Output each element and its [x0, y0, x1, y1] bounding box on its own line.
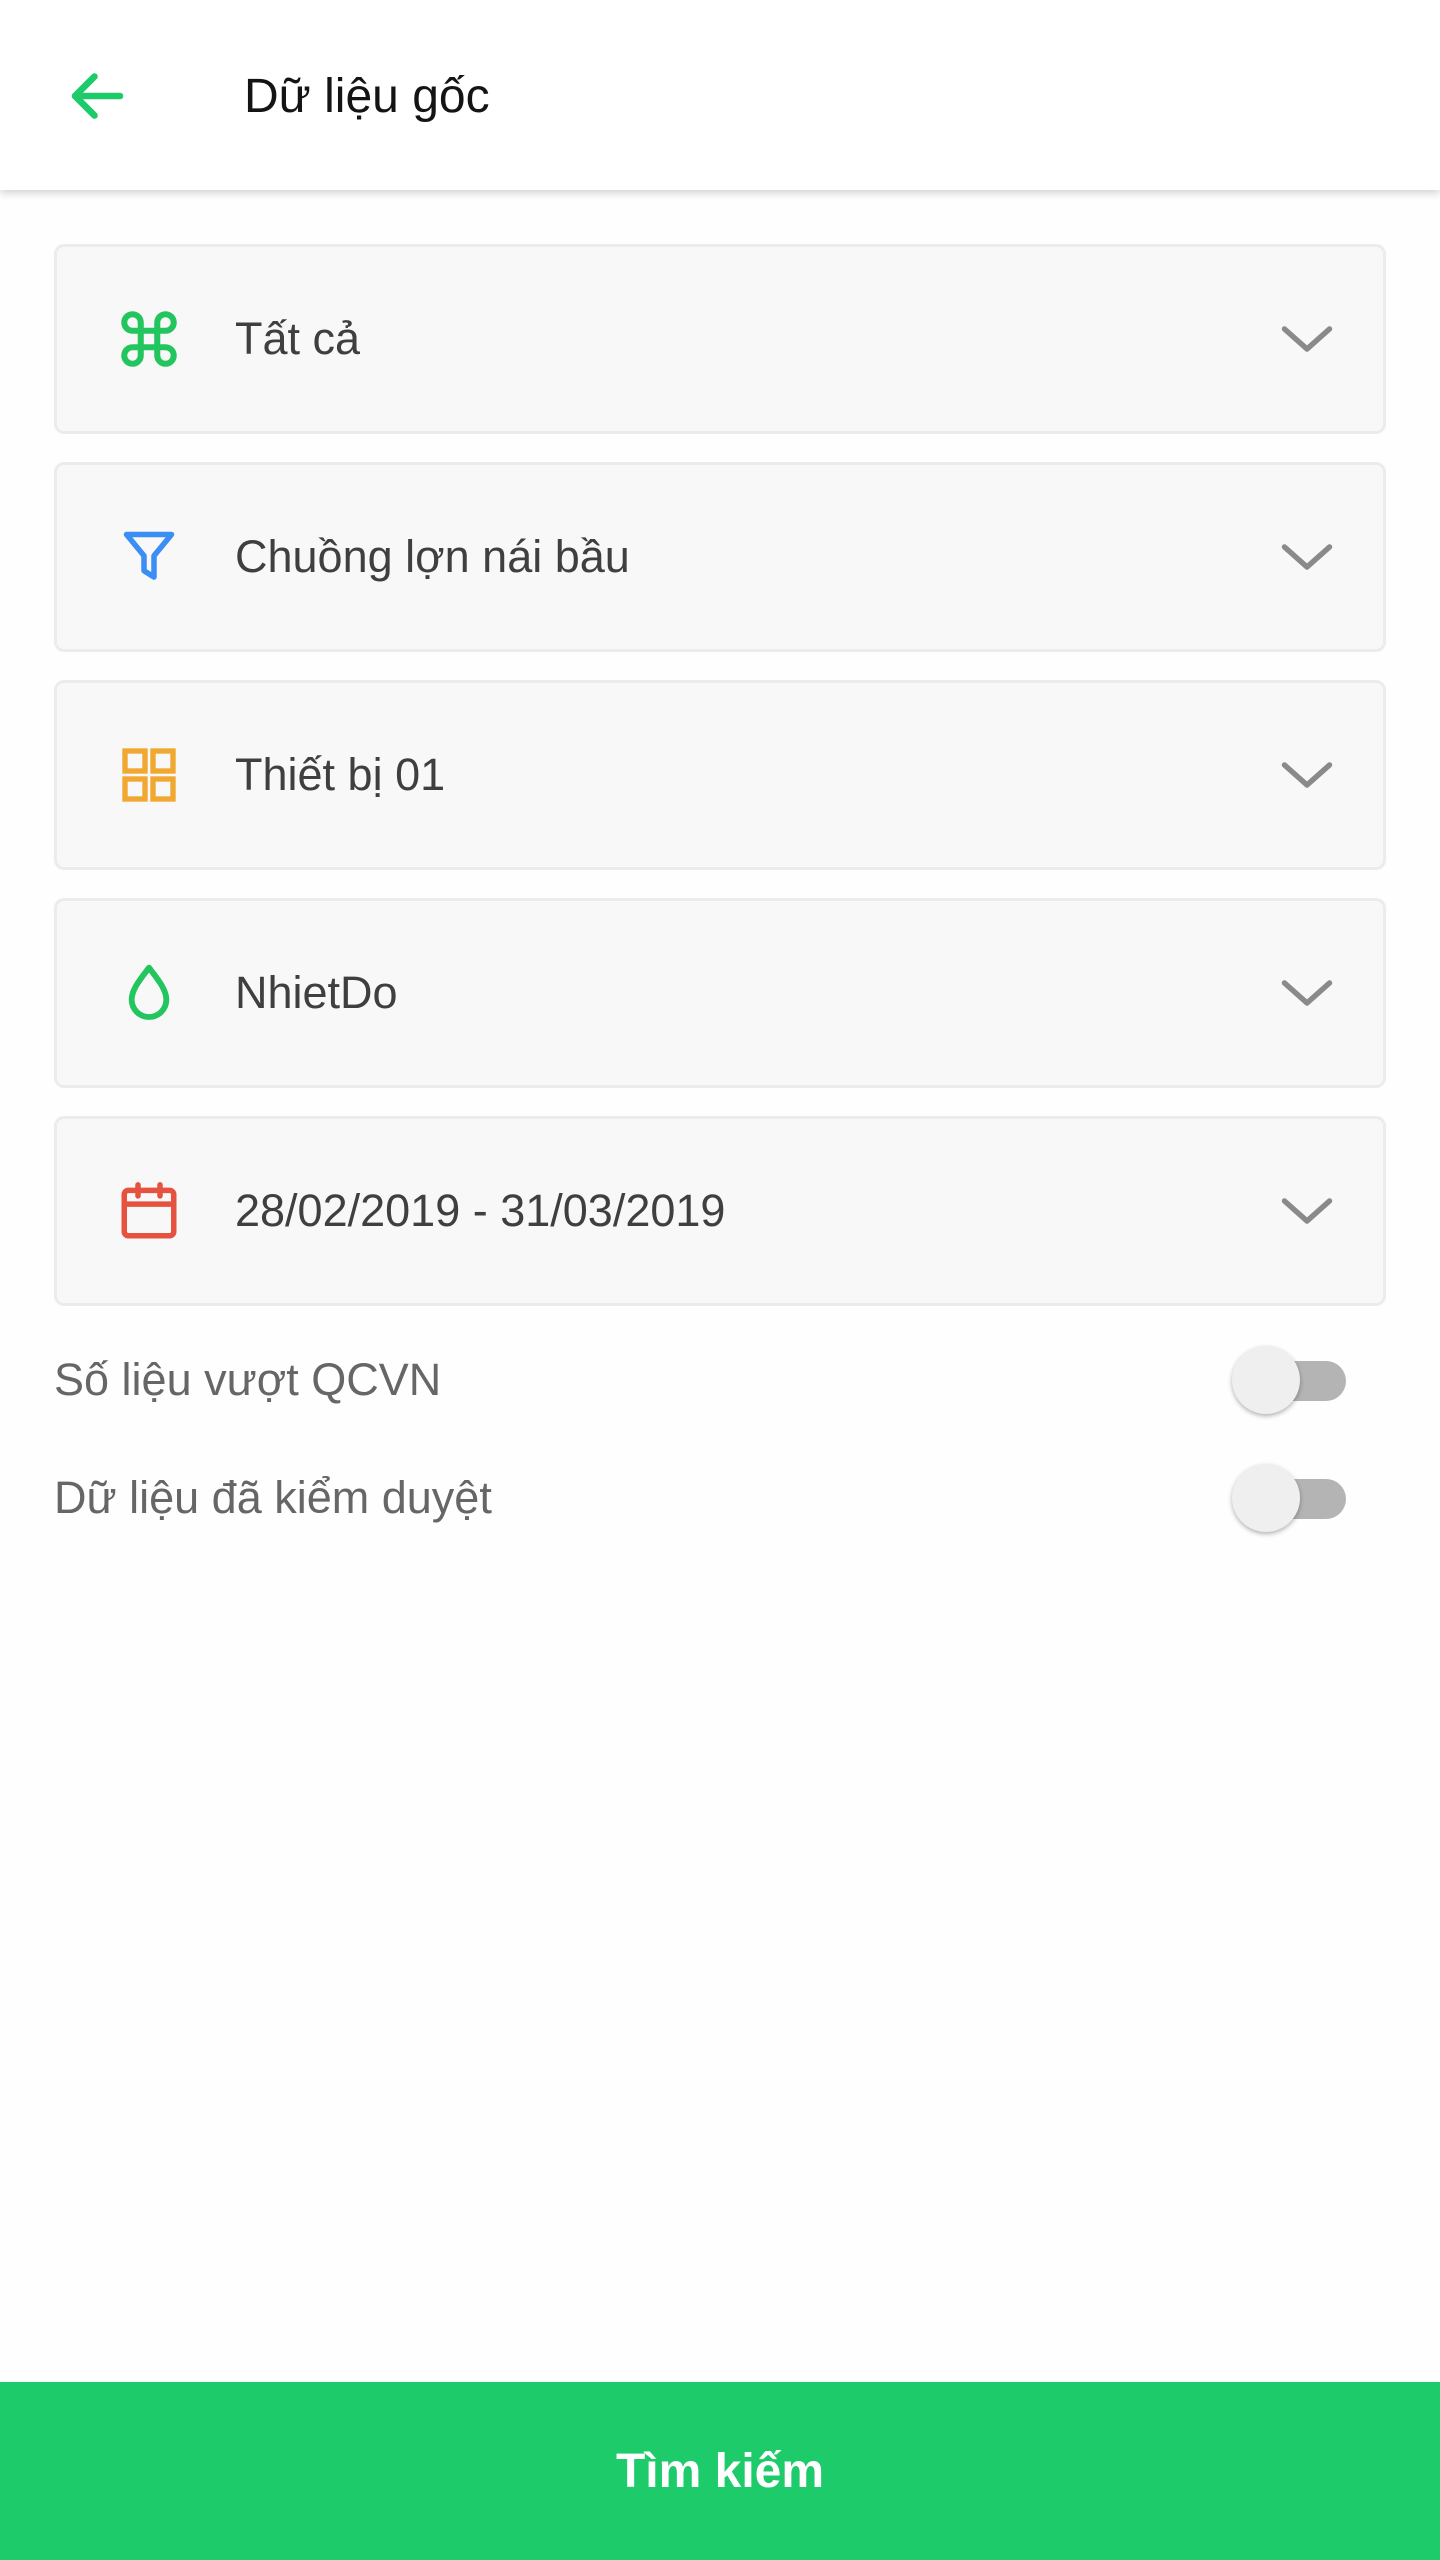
filter-funnel-icon: [109, 517, 189, 597]
parameter-select-value: NhietDo: [235, 967, 398, 1018]
water-drop-icon: [109, 953, 189, 1033]
exceed-qcvn-row: Số liệu vượt QCVN: [54, 1330, 1386, 1430]
filter-list: Tất cả Chuồng lợn nái bầu Thiết bị 01 Nh…: [54, 244, 1386, 1334]
chevron-down-icon: [1271, 521, 1343, 593]
page: Dữ liệu gốc Tất cả Chuồng lợn nái bầu Th…: [0, 0, 1440, 2560]
command-icon: [109, 299, 189, 379]
toggle-knob: [1232, 1464, 1300, 1532]
chevron-down-icon: [1271, 303, 1343, 375]
station-select-value: Tất cả: [235, 313, 361, 364]
barn-select[interactable]: Chuồng lợn nái bầu: [54, 462, 1386, 652]
search-button-label: Tìm kiếm: [615, 2444, 825, 2498]
chevron-down-icon: [1271, 957, 1343, 1029]
back-button[interactable]: [48, 48, 144, 144]
exceed-qcvn-toggle[interactable]: [1232, 1345, 1348, 1415]
date-range-value: 28/02/2019 - 31/03/2019: [235, 1185, 726, 1236]
barn-select-value: Chuồng lợn nái bầu: [235, 531, 630, 582]
toggle-knob: [1232, 1346, 1300, 1414]
device-select[interactable]: Thiết bị 01: [54, 680, 1386, 870]
search-button[interactable]: Tìm kiếm: [0, 2382, 1440, 2560]
calendar-icon: [109, 1171, 189, 1251]
date-range-select[interactable]: 28/02/2019 - 31/03/2019: [54, 1116, 1386, 1306]
approved-data-toggle[interactable]: [1232, 1463, 1348, 1533]
approved-data-row: Dữ liệu đã kiểm duyệt: [54, 1448, 1386, 1548]
approved-data-label: Dữ liệu đã kiểm duyệt: [54, 1472, 492, 1523]
parameter-select[interactable]: NhietDo: [54, 898, 1386, 1088]
device-select-value: Thiết bị 01: [235, 749, 446, 800]
grid-icon: [109, 735, 189, 815]
page-title: Dữ liệu gốc: [244, 70, 490, 123]
chevron-down-icon: [1271, 1175, 1343, 1247]
arrow-left-icon: [71, 73, 124, 119]
station-select[interactable]: Tất cả: [54, 244, 1386, 434]
chevron-down-icon: [1271, 739, 1343, 811]
exceed-qcvn-label: Số liệu vượt QCVN: [54, 1354, 442, 1405]
app-header: Dữ liệu gốc: [0, 0, 1440, 190]
